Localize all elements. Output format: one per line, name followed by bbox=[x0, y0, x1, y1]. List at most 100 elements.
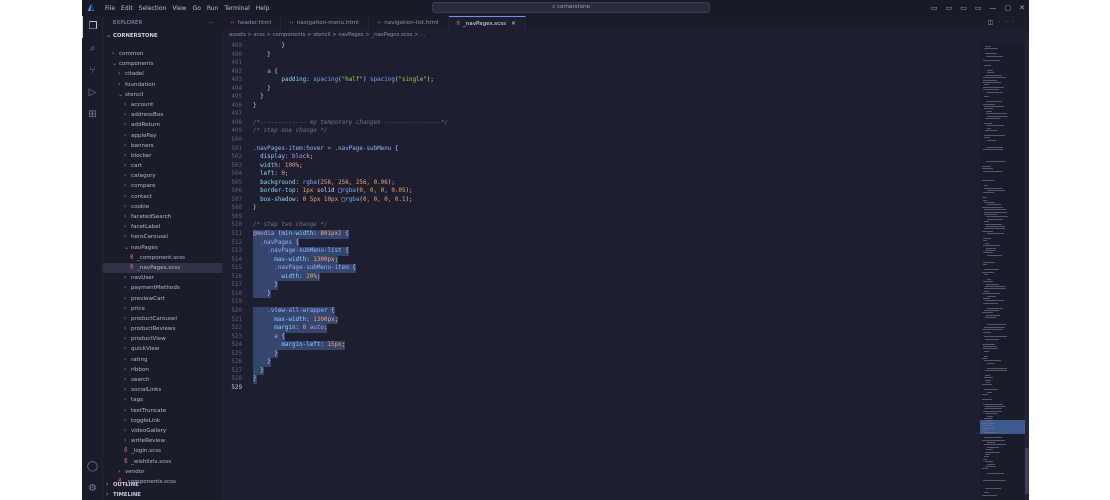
extensions-icon[interactable]: ⊞ bbox=[82, 104, 103, 126]
toggle-primary-sidebar-icon[interactable]: ▭ bbox=[931, 4, 938, 12]
tree-folder[interactable]: › common bbox=[103, 49, 222, 59]
code-line[interactable]: 529 bbox=[222, 384, 980, 393]
code-line[interactable]: 508} bbox=[222, 204, 980, 213]
code-line[interactable]: 493 padding: spacing("half") spacing("si… bbox=[222, 76, 980, 85]
tree-folder[interactable]: › paymentMethods bbox=[103, 283, 222, 293]
close-tab-icon[interactable]: ✕ bbox=[511, 21, 516, 27]
tree-folder[interactable]: › writeReview bbox=[103, 436, 222, 446]
minimize-button[interactable]: — bbox=[990, 4, 997, 12]
menu-go[interactable]: Go bbox=[190, 5, 204, 12]
tree-folder[interactable]: ⌄ navPages bbox=[103, 243, 222, 253]
tree-folder[interactable]: › banners bbox=[103, 141, 222, 151]
tree-folder[interactable]: › addressBox bbox=[103, 110, 222, 120]
code-line[interactable]: 519 bbox=[222, 298, 980, 307]
tree-folder[interactable]: › socialLinks bbox=[103, 385, 222, 395]
code-line[interactable]: 518 } bbox=[222, 289, 980, 299]
toggle-panel-icon[interactable]: ▭ bbox=[946, 4, 953, 12]
menu-selection[interactable]: Selection bbox=[136, 5, 170, 12]
tree-folder[interactable]: › toggleLink bbox=[103, 416, 222, 426]
tree-folder[interactable]: › productCarousel bbox=[103, 314, 222, 324]
tree-folder[interactable]: › account bbox=[103, 100, 222, 110]
tree-folder[interactable]: ⌄ stencil bbox=[103, 90, 222, 100]
tree-folder[interactable]: › previewCart bbox=[103, 294, 222, 304]
code-line[interactable]: 509 bbox=[222, 213, 980, 222]
search-view-icon[interactable]: ⌕ bbox=[82, 38, 103, 60]
breadcrumb[interactable]: assets > scss > components > stencil > n… bbox=[222, 30, 1029, 40]
code-line[interactable]: 522 margin: 0 auto; bbox=[222, 324, 980, 333]
tree-folder[interactable]: › ribbon bbox=[103, 365, 222, 375]
tree-folder[interactable]: › facetedSearch bbox=[103, 212, 222, 222]
tree-file[interactable]: ϐ _login.scss bbox=[103, 446, 222, 456]
code-line[interactable]: 496} bbox=[222, 102, 980, 111]
more-actions-icon[interactable]: ··· bbox=[998, 19, 1019, 26]
outline-section[interactable]: › OUTLINE bbox=[103, 480, 222, 490]
code-line[interactable]: 524 margin-left: 15px; bbox=[222, 341, 980, 350]
code-line[interactable]: 494 } bbox=[222, 85, 980, 94]
command-center[interactable]: ⌕ cornerstone bbox=[432, 2, 710, 13]
tree-folder[interactable]: › rating bbox=[103, 355, 222, 365]
tree-file[interactable]: ϐ _wishlists.scss bbox=[103, 457, 222, 467]
split-editor-icon[interactable]: ◫ bbox=[988, 19, 999, 26]
code-line[interactable]: 512 .navPages { bbox=[222, 238, 980, 248]
manage-gear-icon[interactable]: ⚙ bbox=[82, 478, 103, 500]
code-line[interactable]: 511 @media (min-width: 801px) { bbox=[222, 230, 980, 239]
minimap[interactable] bbox=[980, 42, 1025, 500]
code-line[interactable]: 495 } bbox=[222, 93, 980, 102]
tree-folder[interactable]: › compare bbox=[103, 181, 222, 191]
code-line[interactable]: 501 .navPages-item:hover > .navPage-subMe… bbox=[222, 145, 980, 154]
code-line[interactable]: 521 max-width: 1300px; bbox=[222, 315, 980, 325]
scrollbar-thumb[interactable] bbox=[1025, 448, 1029, 494]
tree-folder[interactable]: › facetLabel bbox=[103, 222, 222, 232]
workspace-root[interactable]: ⌄ CORNERSTONE bbox=[103, 31, 222, 40]
code-line[interactable]: 514 max-width: 1300px; bbox=[222, 255, 980, 265]
tree-folder[interactable]: › navUser bbox=[103, 273, 222, 283]
code-line[interactable]: 500 bbox=[222, 136, 980, 145]
tree-folder[interactable]: ⌄ components bbox=[103, 59, 222, 69]
tree-folder[interactable]: › quickView bbox=[103, 344, 222, 354]
tree-folder[interactable]: › productReviews bbox=[103, 324, 222, 334]
tree-folder[interactable]: › productView bbox=[103, 334, 222, 344]
explorer-icon[interactable]: ❐ bbox=[82, 16, 103, 38]
close-window-button[interactable]: ✕ bbox=[1019, 4, 1025, 12]
tree-folder[interactable]: › tags bbox=[103, 395, 222, 405]
code-line[interactable]: 491 bbox=[222, 59, 980, 68]
tree-folder[interactable]: › addReturn bbox=[103, 120, 222, 130]
timeline-section[interactable]: › TIMELINE bbox=[103, 490, 222, 500]
menu-help[interactable]: Help bbox=[253, 5, 273, 12]
code-line[interactable]: 503 width: 100%; bbox=[222, 162, 980, 171]
tree-file[interactable]: ϐ _navPages.scss bbox=[103, 262, 222, 274]
code-line[interactable]: 502 display: block; bbox=[222, 153, 980, 162]
code-line[interactable]: 513 .navPage-subMenu-list { bbox=[222, 247, 980, 256]
code-line[interactable]: 527 } bbox=[222, 366, 980, 376]
tree-folder[interactable]: › textTruncate bbox=[103, 406, 222, 416]
tree-folder[interactable]: › search bbox=[103, 375, 222, 385]
tree-folder[interactable]: › videoGallery bbox=[103, 426, 222, 436]
tree-folder[interactable]: › price bbox=[103, 304, 222, 314]
code-line[interactable]: 528} bbox=[222, 375, 980, 384]
code-line[interactable]: 520 .view-all-wrapper { bbox=[222, 306, 980, 316]
code-line[interactable]: 499 /* step one change */ bbox=[222, 127, 980, 136]
tab-navigation-list-html[interactable]: ‹› navigation-list.html bbox=[369, 16, 449, 30]
code-line[interactable]: 504 left: 0; bbox=[222, 170, 980, 179]
tree-folder[interactable]: › foundation bbox=[103, 80, 222, 90]
code-line[interactable]: 506 border-top: 1px solid □rgba(0, 0, 0,… bbox=[222, 187, 980, 196]
code-line[interactable]: 523 a { bbox=[222, 332, 980, 342]
tab-navpages-scss[interactable]: ϐ _navPages.scss ✕ bbox=[448, 16, 526, 30]
menu-file[interactable]: File bbox=[102, 5, 118, 12]
code-line[interactable]: 526 } bbox=[222, 358, 980, 367]
menu-view[interactable]: View bbox=[169, 5, 189, 12]
code-line[interactable]: 505 background: rgba(256, 256, 256, 0.96… bbox=[222, 179, 980, 188]
code-line[interactable]: 517 } bbox=[222, 281, 980, 290]
tree-folder[interactable]: › cart bbox=[103, 161, 222, 171]
code-line[interactable]: 510 /* step two change */ bbox=[222, 221, 980, 230]
code-line[interactable]: 498 /*------------- my temporary changes … bbox=[222, 119, 980, 128]
source-control-icon[interactable]: ⑂ bbox=[82, 60, 103, 82]
code-line[interactable]: 489 } bbox=[222, 42, 980, 51]
maximize-button[interactable]: ▢ bbox=[1005, 4, 1012, 12]
code-line[interactable]: 515 .navPage-subMenu-item { bbox=[222, 264, 980, 273]
tab-navigation-menu-html[interactable]: ‹› navigation-menu.html bbox=[281, 16, 369, 30]
tree-folder[interactable]: › citadel bbox=[103, 69, 222, 79]
tree-folder[interactable]: › contact bbox=[103, 192, 222, 202]
code-line[interactable]: 497 bbox=[222, 110, 980, 119]
run-debug-icon[interactable]: ▷ bbox=[82, 82, 103, 104]
